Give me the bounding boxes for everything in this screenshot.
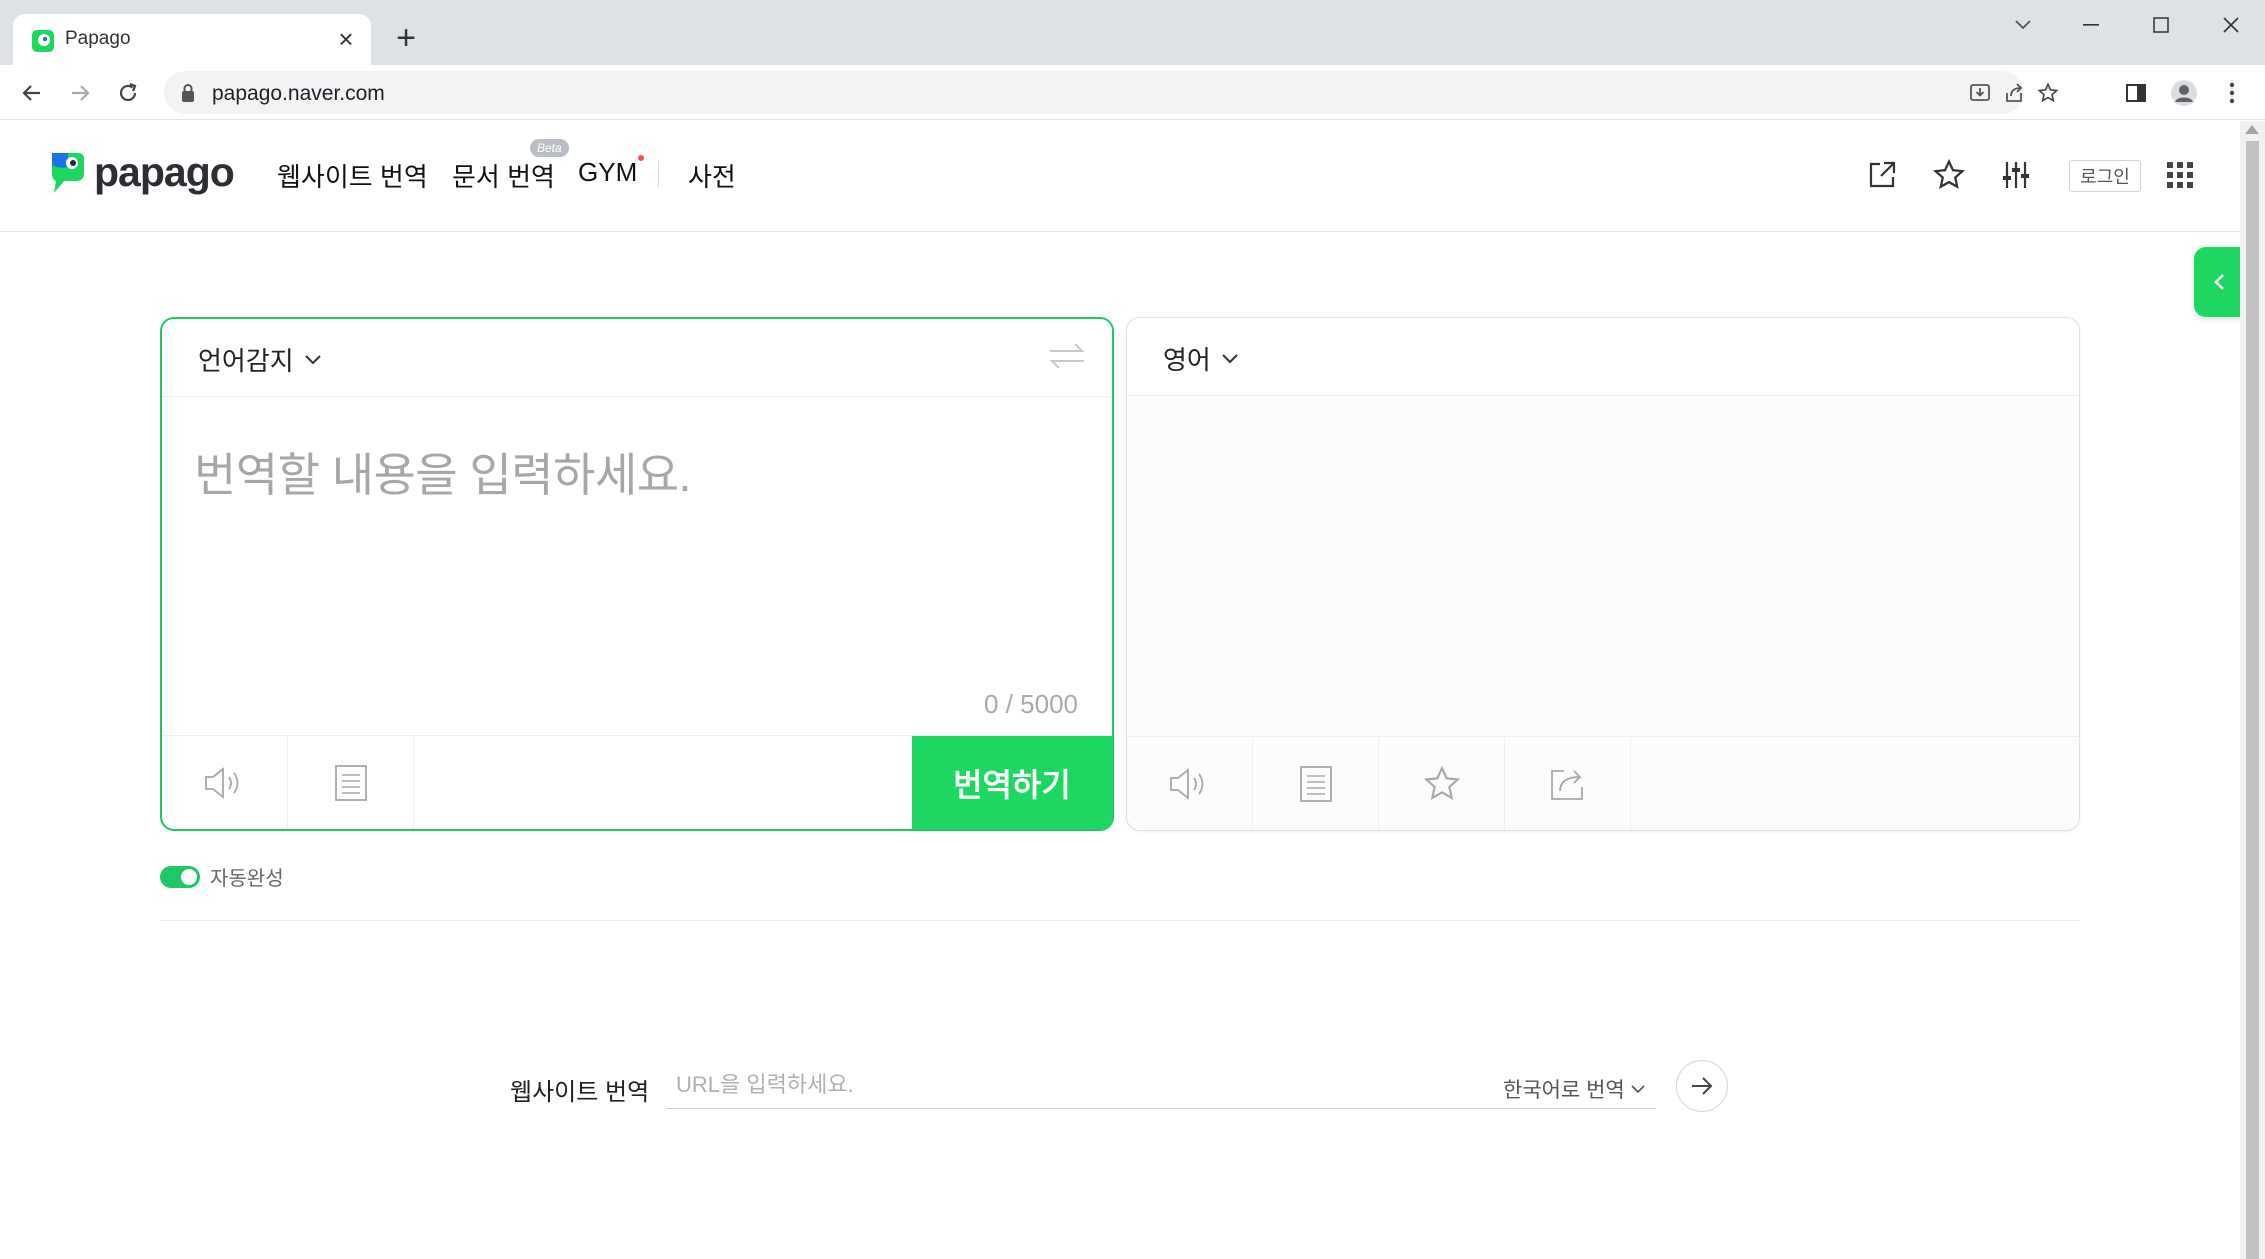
forward-arrow-icon[interactable] bbox=[62, 75, 98, 111]
side-panel-icon[interactable] bbox=[2118, 75, 2154, 111]
chevron-down-icon bbox=[1631, 1085, 1645, 1094]
website-translate-go-button[interactable] bbox=[1676, 1060, 1728, 1112]
minimize-icon[interactable] bbox=[2066, 10, 2116, 40]
tab-title: Papago bbox=[65, 28, 131, 49]
address-bar[interactable]: papago.naver.com bbox=[164, 71, 2059, 114]
scrollbar-thumb[interactable] bbox=[2246, 141, 2259, 1259]
speaker-icon bbox=[1169, 768, 1203, 800]
website-target-language-selector[interactable]: 한국어로 번역 bbox=[1503, 1074, 1645, 1104]
reload-icon[interactable] bbox=[110, 75, 146, 111]
nav-document-translate[interactable]: 문서 번역 bbox=[452, 157, 555, 194]
logo-wordmark: papago bbox=[94, 148, 235, 195]
login-button[interactable]: 로그인 bbox=[2069, 160, 2141, 192]
website-target-language-label: 한국어로 번역 bbox=[1503, 1079, 1625, 1102]
install-app-icon[interactable] bbox=[1966, 79, 1994, 107]
url-text: papago.naver.com bbox=[212, 82, 385, 105]
page-scrollbar[interactable] bbox=[2240, 121, 2265, 1259]
star-icon bbox=[1423, 765, 1460, 800]
site-header: papago 웹사이트 번역 문서 번역 Beta GYM 사전 로그인 bbox=[0, 121, 2240, 232]
browser-toolbar: papago.naver.com bbox=[0, 65, 2265, 120]
target-language-label: 영어 bbox=[1163, 345, 1211, 375]
bookmark-star-icon[interactable] bbox=[2034, 79, 2062, 107]
back-arrow-icon[interactable] bbox=[14, 75, 50, 111]
browser-tab[interactable]: Papago × bbox=[13, 14, 371, 65]
nav-dictionary[interactable]: 사전 bbox=[688, 157, 736, 194]
website-translate-bar: 웹사이트 번역 한국어로 번역 bbox=[510, 1054, 1730, 1114]
papago-parrot-logo-icon bbox=[52, 153, 84, 193]
target-language-selector[interactable]: 영어 bbox=[1163, 340, 1239, 377]
profile-avatar-icon[interactable] bbox=[2166, 75, 2202, 111]
source-panel: 언어감지 번역할 내용을 입력하세요. 0 / 5000 번역하기 bbox=[160, 317, 1114, 831]
swap-languages-icon[interactable] bbox=[1048, 341, 1086, 376]
settings-sliders-icon[interactable] bbox=[1996, 155, 2036, 195]
source-handwriting-button[interactable] bbox=[288, 736, 414, 829]
papago-page: papago 웹사이트 번역 문서 번역 Beta GYM 사전 로그인 언어감… bbox=[0, 121, 2240, 1259]
share-icon[interactable] bbox=[2000, 79, 2028, 107]
target-listen-button[interactable] bbox=[1127, 737, 1253, 830]
chevron-left-icon bbox=[2214, 274, 2224, 290]
tab-search-chevron-icon[interactable] bbox=[1998, 10, 2048, 40]
nav-website-translate[interactable]: 웹사이트 번역 bbox=[277, 157, 428, 194]
new-tab-icon[interactable]: + bbox=[388, 19, 424, 57]
website-translate-title: 웹사이트 번역 bbox=[510, 1079, 650, 1106]
browser-tabstrip: Papago × + bbox=[0, 0, 2265, 65]
tab-close-icon[interactable]: × bbox=[331, 24, 361, 54]
nav-gym[interactable]: GYM bbox=[578, 157, 637, 188]
autocomplete-toggle-row: 자동완성 bbox=[160, 862, 284, 891]
beta-badge: Beta bbox=[530, 139, 569, 157]
side-panel-toggle[interactable] bbox=[2194, 247, 2240, 317]
browser-menu-icon[interactable] bbox=[2214, 75, 2250, 111]
chevron-down-icon bbox=[304, 354, 321, 364]
source-panel-footer: 번역하기 bbox=[162, 735, 1112, 829]
target-share-button[interactable] bbox=[1505, 737, 1631, 830]
character-counter: 0 / 5000 bbox=[984, 689, 1078, 719]
source-language-selector[interactable]: 언어감지 bbox=[198, 341, 322, 378]
arrow-right-icon bbox=[1692, 1077, 1713, 1095]
papago-favicon-icon bbox=[32, 30, 54, 52]
maximize-icon[interactable] bbox=[2136, 10, 2186, 40]
source-listen-button[interactable] bbox=[162, 736, 288, 829]
source-text-input[interactable]: 번역할 내용을 입력하세요. bbox=[194, 439, 691, 505]
target-panel-header: 영어 bbox=[1127, 318, 2079, 396]
target-panel: 영어 bbox=[1126, 317, 2080, 831]
section-divider bbox=[160, 920, 2080, 921]
memo-icon bbox=[334, 765, 367, 801]
target-favorite-button[interactable] bbox=[1379, 737, 1505, 830]
lock-icon bbox=[182, 84, 194, 102]
translate-button[interactable]: 번역하기 bbox=[912, 736, 1112, 829]
scroll-up-arrow-icon[interactable] bbox=[2245, 125, 2259, 134]
close-window-icon[interactable] bbox=[2206, 10, 2256, 40]
speaker-icon bbox=[204, 767, 238, 799]
nav-divider bbox=[658, 161, 659, 187]
apps-grid-icon[interactable] bbox=[2160, 155, 2200, 195]
share-icon bbox=[1550, 770, 1583, 800]
papago-logo[interactable]: papago bbox=[46, 147, 235, 197]
target-copy-button[interactable] bbox=[1253, 737, 1379, 830]
target-panel-footer bbox=[1127, 736, 2079, 830]
source-language-label: 언어감지 bbox=[198, 346, 294, 376]
chevron-down-icon bbox=[1222, 353, 1238, 363]
favorites-star-icon[interactable] bbox=[1929, 155, 1969, 195]
open-new-window-icon[interactable] bbox=[1862, 155, 1902, 195]
source-panel-header: 언어감지 bbox=[162, 319, 1112, 397]
memo-icon bbox=[1299, 766, 1332, 802]
new-dot-badge bbox=[638, 155, 644, 161]
autocomplete-toggle[interactable] bbox=[160, 865, 200, 888]
autocomplete-label: 자동완성 bbox=[210, 868, 284, 890]
